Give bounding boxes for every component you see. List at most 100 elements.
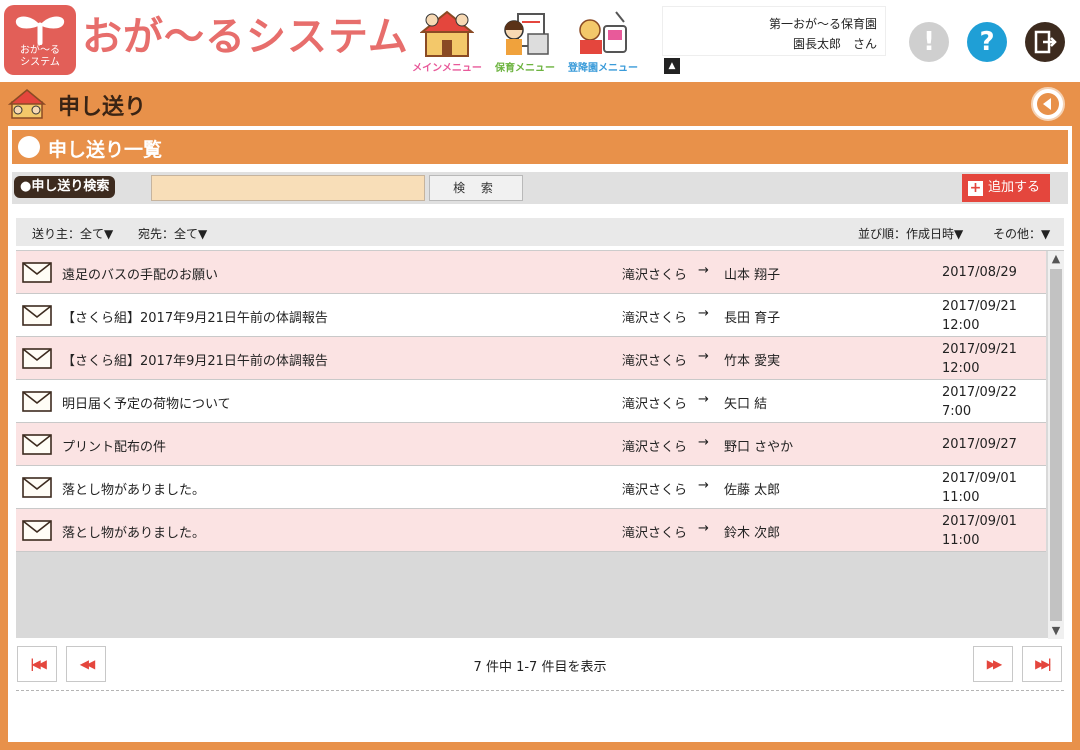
main-panel: 申し送り一覧 ●申し送り検索 検 索 + 追加する 送り主：全て▼ 宛先：全て▼… [8,126,1072,742]
next-page-button[interactable]: ▶▶ [973,646,1013,682]
message-date: 2017/09/21 12:00 [942,299,1017,333]
message-date: 2017/08/29 [942,265,1017,280]
arrow-icon: → [698,392,709,407]
sender-filter[interactable]: 送り主：全て▼ [32,225,113,242]
logo-text: おが～る システム [4,45,76,69]
arrow-icon: → [698,263,709,278]
page-title: 申し送り [58,95,147,120]
last-page-button[interactable]: ▶▶| [1022,646,1062,682]
scroll-up-icon[interactable]: ▲ [1048,251,1064,267]
message-recipient: 山本 翔子 [724,268,781,283]
message-date: 2017/09/01 11:00 [942,514,1017,548]
message-row[interactable]: 明日届く予定の荷物について 滝沢さくら → 矢口 結 2017/09/22 7:00 [16,380,1046,423]
nav-childcare-menu[interactable]: 保育メニュー [490,6,560,76]
exclamation-icon: ! [923,27,935,57]
message-date: 2017/09/01 11:00 [942,471,1017,505]
arrow-icon: → [698,478,709,493]
back-button[interactable] [1031,87,1065,121]
nav-main-menu[interactable]: メインメニュー [412,6,482,76]
footer-divider [16,690,1064,691]
other-filter[interactable]: その他：▼ [993,225,1050,242]
message-recipient: 竹本 愛実 [724,354,781,369]
arrow-icon: → [698,349,709,364]
question-icon: ? [979,27,995,57]
message-sender: 滝沢さくら [622,354,688,369]
logout-icon [1034,30,1057,54]
message-recipient: 鈴木 次郎 [724,526,781,541]
message-date: 2017/09/27 [942,437,1017,452]
message-subject[interactable]: 落とし物がありました。 [62,522,205,541]
help-button[interactable]: ? [967,22,1007,62]
teacher-calendar-icon [504,13,549,55]
last-page-icon: ▶▶ [1035,657,1051,671]
filter-bar: 送り主：全て▼ 宛先：全て▼ 並び順：作成日時▼ その他：▼ [16,218,1064,246]
section-header: 申し送り一覧 [12,130,1068,164]
app-logo[interactable]: おが～る システム [4,5,76,75]
pagination: |◀◀ ◀◀ 7 件中 1-7 件目を表示 ▶▶ ▶▶| [8,638,1072,690]
message-row[interactable]: 落とし物がありました。 滝沢さくら → 佐藤 太郎 2017/09/01 11:00 [16,466,1046,509]
envelope-icon [22,305,52,326]
envelope-icon [22,262,52,283]
nav-childcare-menu-label: 保育メニュー [495,63,555,74]
envelope-icon [22,348,52,369]
message-recipient: 佐藤 太郎 [724,483,781,498]
message-row[interactable]: 落とし物がありました。 滝沢さくら → 鈴木 次郎 2017/09/01 11:00 [16,509,1046,552]
message-subject[interactable]: 【さくら組】2017年9月21日午前の体調報告 [62,350,328,369]
message-list: 遠足のバスの手配のお願い 滝沢さくら → 山本 翔子 2017/08/29 【さくら組】2… [16,250,1064,639]
message-sender: 滝沢さくら [622,397,688,412]
envelope-icon [22,434,52,455]
collapse-header-button[interactable]: ▲ [664,58,680,74]
message-row[interactable]: プリント配布の件 滝沢さくら → 野口 さやか 2017/09/27 [16,423,1046,466]
message-sender: 滝沢さくら [622,483,688,498]
add-button-label: 追加する [988,180,1041,195]
section-title: 申し送り一覧 [48,139,163,161]
next-page-icon: ▶▶ [986,657,1003,671]
message-sender: 滝沢さくら [622,526,688,541]
nav-attendance-menu[interactable]: 登降園メニュー [568,6,638,76]
message-subject[interactable]: 【さくら組】2017年9月21日午前の体調報告 [62,307,328,326]
message-recipient: 矢口 結 [724,397,768,412]
message-subject[interactable]: 遠足のバスの手配のお願い [62,264,218,283]
app-title: おが～るシステム [82,14,409,60]
arrow-icon: → [698,435,709,450]
logout-button[interactable] [1025,22,1065,62]
alert-button[interactable]: ! [909,22,949,62]
page-info: 7 件中 1-7 件目を表示 [473,660,607,675]
message-row[interactable]: 遠足のバスの手配のお願い 滝沢さくら → 山本 翔子 2017/08/29 [16,251,1046,294]
message-date: 2017/09/22 7:00 [942,385,1017,419]
message-subject[interactable]: 明日届く予定の荷物について [62,393,231,412]
attendance-device-icon [579,11,627,54]
arrow-icon: → [698,521,709,536]
section-bullet-icon [18,136,40,158]
search-input[interactable] [151,175,425,201]
envelope-icon [22,477,52,498]
message-subject[interactable]: プリント配布の件 [62,436,166,455]
sort-filter[interactable]: 並び順：作成日時▼ [858,225,963,242]
scroll-thumb[interactable] [1050,269,1062,621]
message-row[interactable]: 【さくら組】2017年9月21日午前の体調報告 滝沢さくら → 竹本 愛実 2017/0… [16,337,1046,380]
message-recipient: 野口 さやか [724,440,794,455]
add-button[interactable]: + 追加する [962,174,1050,202]
recipient-filter[interactable]: 宛先：全て▼ [138,225,207,242]
search-bar: ●申し送り検索 検 索 + 追加する [12,172,1068,204]
envelope-icon [22,520,52,541]
message-sender: 滝沢さくら [622,311,688,326]
page-title-bar: 申し送り [0,82,1080,124]
message-row[interactable]: 【さくら組】2017年9月21日午前の体調報告 滝沢さくら → 長田 育子 2017/0… [16,294,1046,337]
plus-icon: + [968,180,983,196]
search-button[interactable]: 検 索 [429,175,523,201]
nav-main-menu-label: メインメニュー [412,63,482,74]
list-scrollbar[interactable]: ▲ ▼ [1048,251,1064,639]
scroll-down-icon[interactable]: ▼ [1048,623,1064,639]
message-sender: 滝沢さくら [622,440,688,455]
app-header: おが～る システム おが～るシステム メインメニュー 保育メニュー 登降園メニュ… [0,0,1080,82]
logo-text-line2: システム [20,57,60,68]
user-name: 園長太郎 さん [792,37,877,51]
sprout-icon [15,16,65,45]
message-subject[interactable]: 落とし物がありました。 [62,479,205,498]
back-arrow-icon [1037,93,1059,115]
message-sender: 滝沢さくら [622,268,688,283]
arrow-icon: → [698,306,709,321]
envelope-icon [22,391,52,412]
message-recipient: 長田 育子 [724,311,781,326]
